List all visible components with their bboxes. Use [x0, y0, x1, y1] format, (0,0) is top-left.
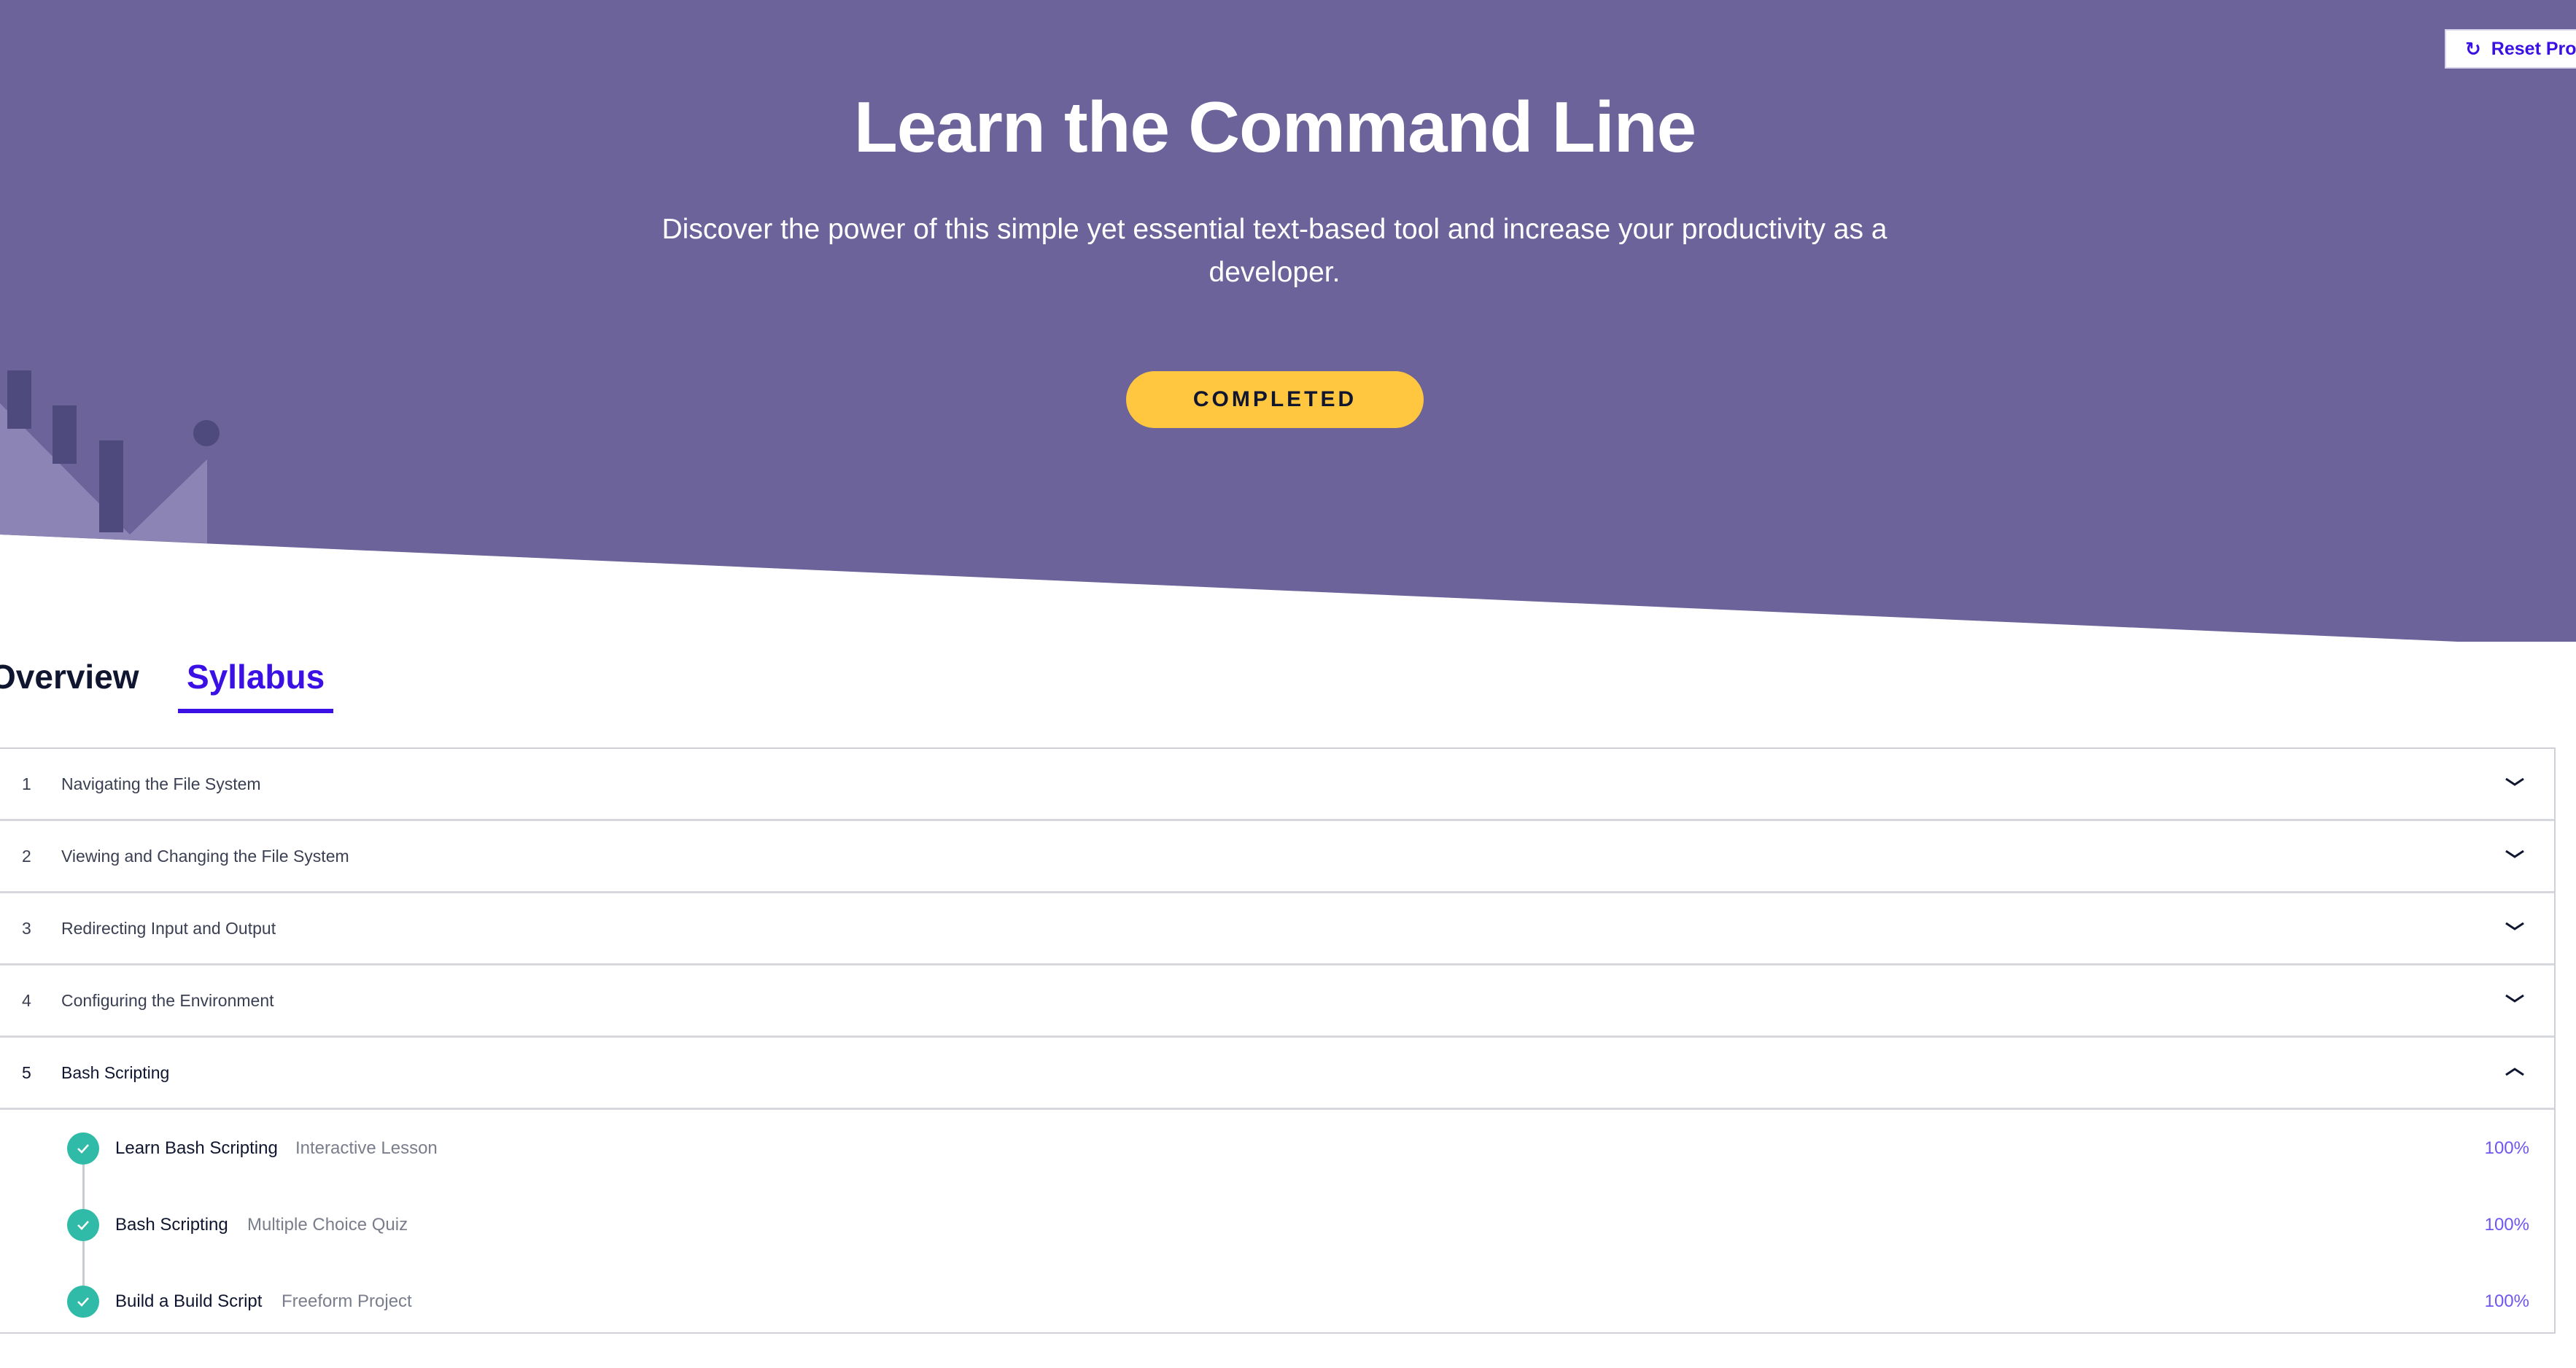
course-description: Discover the power of this simple yet es… — [662, 214, 1888, 288]
module-title: Redirecting Input and Output — [61, 918, 276, 938]
chevron-down-icon[interactable] — [2500, 840, 2529, 869]
module-title: Viewing and Changing the File System — [61, 846, 349, 866]
module-number: 3 — [22, 918, 31, 938]
module-5-lessons: Learn Bash Scripting Interactive Lesson … — [0, 1110, 2554, 1334]
course-title: Learn the Command Line — [853, 87, 1696, 167]
chevron-up-icon[interactable] — [2500, 1057, 2529, 1086]
syllabus-list: 1 Navigating the File System 2 Viewing a… — [0, 747, 2556, 1334]
hero-banner: ↻ Reset Prog Learn the Command Line Disc… — [0, 0, 2576, 649]
module-number: 1 — [22, 774, 31, 793]
reset-progress-button[interactable]: ↻ Reset Prog — [2445, 29, 2576, 69]
checkmark-icon — [67, 1132, 99, 1165]
module-row-1[interactable]: 1 Navigating the File System — [0, 749, 2554, 821]
module-title: Navigating the File System — [61, 774, 261, 793]
lesson-item[interactable]: Bash Scripting Multiple Choice Quiz 100% — [0, 1203, 2554, 1247]
lesson-item[interactable]: Learn Bash Scripting Interactive Lesson … — [0, 1127, 2554, 1170]
module-title: Bash Scripting — [61, 1062, 170, 1082]
chevron-down-icon[interactable] — [2500, 912, 2529, 941]
reset-progress-label: Reset Prog — [2491, 38, 2576, 59]
tab-syllabus[interactable]: Syllabus — [178, 642, 334, 713]
lesson-item[interactable]: Build a Build Script Freeform Project 10… — [0, 1280, 2554, 1324]
lesson-type: Interactive Lesson — [295, 1138, 438, 1158]
lesson-progress: 100% — [2484, 1291, 2529, 1311]
module-row-4[interactable]: 4 Configuring the Environment — [0, 965, 2554, 1038]
module-row-2[interactable]: 2 Viewing and Changing the File System — [0, 821, 2554, 893]
module-title: Configuring the Environment — [61, 990, 274, 1010]
lesson-name: Build a Build Script — [115, 1291, 263, 1311]
lesson-type: Freeform Project — [282, 1291, 412, 1311]
completion-status-badge: COMPLETED — [1126, 371, 1424, 428]
lesson-progress: 100% — [2484, 1215, 2529, 1235]
refresh-icon: ↻ — [2465, 38, 2481, 60]
checkmark-icon — [67, 1209, 99, 1241]
checkmark-icon — [67, 1286, 99, 1318]
lesson-type: Multiple Choice Quiz — [247, 1215, 408, 1235]
chevron-down-icon[interactable] — [2500, 984, 2529, 1014]
module-number: 5 — [22, 1062, 31, 1082]
module-row-5[interactable]: 5 Bash Scripting — [0, 1038, 2554, 1110]
lesson-name: Bash Scripting — [115, 1215, 228, 1235]
module-number: 4 — [22, 990, 31, 1010]
course-tabs: Overview Syllabus — [0, 642, 438, 715]
lesson-progress: 100% — [2484, 1138, 2529, 1158]
module-number: 2 — [22, 846, 31, 866]
tab-overview[interactable]: Overview — [0, 642, 139, 713]
module-row-3[interactable]: 3 Redirecting Input and Output — [0, 893, 2554, 965]
chevron-down-icon[interactable] — [2500, 768, 2529, 797]
lesson-name: Learn Bash Scripting — [115, 1138, 278, 1158]
